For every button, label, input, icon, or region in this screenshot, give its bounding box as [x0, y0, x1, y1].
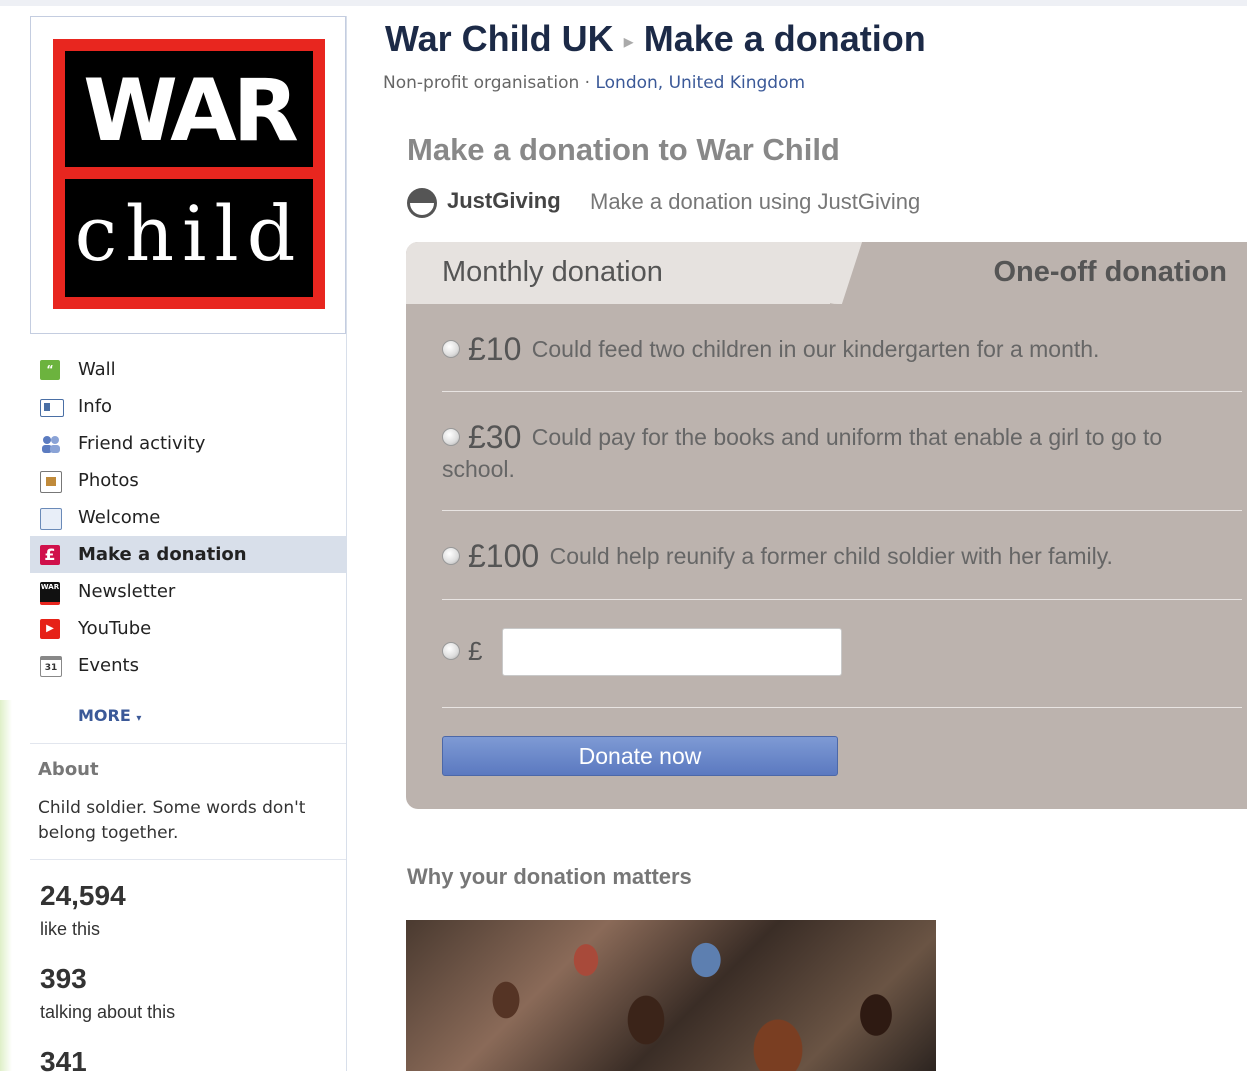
sidebar-item-info[interactable]: Info: [30, 388, 346, 425]
option-amount: £10: [468, 330, 522, 367]
justgiving-brand: JustGiving: [447, 188, 561, 213]
sidebar-item-label: Make a donation: [78, 544, 247, 565]
page-subtitle: Non-profit organisation · London, United…: [383, 73, 806, 93]
sidebar-item-label: Info: [78, 396, 113, 417]
more-link[interactable]: MORE ▾: [78, 706, 141, 725]
photos-icon: [40, 471, 62, 493]
war-child-logo: WAR child: [53, 39, 325, 309]
calendar-icon: 31: [40, 656, 62, 677]
edge-glow: [0, 700, 12, 1071]
likes-label: like this: [40, 919, 101, 939]
sidebar-item-welcome[interactable]: Welcome: [30, 499, 346, 536]
about-text: Child soldier. Some words don't belong t…: [38, 798, 306, 843]
radio-10[interactable]: [442, 339, 460, 358]
chevron-down-icon: ▾: [136, 713, 142, 724]
custom-amount-input[interactable]: [502, 628, 842, 676]
sidebar-item-label: Wall: [78, 359, 116, 380]
option-amount: £100: [468, 537, 540, 574]
warchild-logo-icon: WAR: [40, 582, 60, 605]
location-link[interactable]: London, United Kingdom: [595, 73, 805, 93]
sidebar-nav: “ Wall Info Friend activity Photos Welco…: [30, 351, 346, 725]
section-title: Make a donation: [643, 18, 926, 59]
sidebar-item-wall[interactable]: “ Wall: [30, 351, 346, 388]
sidebar-item-label: Photos: [78, 470, 139, 491]
radio-100[interactable]: [442, 546, 460, 565]
left-column: WAR child “ Wall Info Friend activity Ph…: [30, 16, 347, 1077]
page-name-link[interactable]: War Child UK: [385, 18, 614, 59]
children-photo: [406, 920, 936, 1071]
page-title: War Child UK ▸ Make a donation: [385, 18, 926, 60]
sidebar-item-newsletter[interactable]: WAR Newsletter: [30, 573, 346, 610]
divider: [30, 859, 346, 860]
breadcrumb-arrow-icon: ▸: [623, 30, 634, 53]
divider: [442, 599, 1242, 600]
sidebar-item-label: Events: [78, 655, 139, 676]
talking-count: 393: [40, 963, 87, 994]
tab-monthly-donation[interactable]: Monthly donation: [406, 242, 830, 304]
info-card-icon: [40, 399, 64, 417]
donation-heading: Make a donation to War Child: [407, 132, 840, 167]
sidebar-item-label: YouTube: [78, 618, 152, 639]
likes-count: 24,594: [40, 880, 126, 911]
sidebar-item-events[interactable]: 31 Events: [30, 647, 346, 684]
top-rule: [0, 0, 1247, 6]
sidebar-item-friend-activity[interactable]: Friend activity: [30, 425, 346, 462]
sidebar-item-youtube[interactable]: ▶ YouTube: [30, 610, 346, 647]
radio-custom[interactable]: [442, 641, 460, 660]
why-heading: Why your donation matters: [407, 864, 692, 889]
third-stat-count: 341: [40, 1046, 87, 1077]
tab-one-off-donation[interactable]: One-off donation: [993, 256, 1227, 289]
about-title: About: [38, 759, 99, 780]
donate-now-button[interactable]: Donate now: [442, 736, 838, 776]
option-amount: £30: [468, 418, 522, 455]
option-description: Could help reunify a former child soldie…: [549, 542, 1113, 569]
sidebar-item-label: Welcome: [78, 507, 161, 528]
divider: [442, 707, 1242, 708]
speech-bubble-icon: “: [40, 360, 60, 380]
sidebar-item-photos[interactable]: Photos: [30, 462, 346, 499]
divider: [30, 743, 346, 744]
logo-war-text: WAR: [83, 61, 299, 161]
donation-option: £30 Could pay for the books and uniform …: [442, 420, 1217, 484]
justgiving-text: Make a donation using JustGiving: [590, 189, 921, 214]
document-icon: [40, 508, 62, 530]
youtube-play-icon: ▶: [40, 619, 60, 639]
sidebar-item-label: Newsletter: [78, 581, 176, 602]
option-description: Could pay for the books and uniform that…: [442, 423, 1163, 482]
friends-icon: [40, 434, 60, 454]
talking-label: talking about this: [40, 1002, 176, 1022]
custom-currency: £: [468, 635, 483, 666]
profile-picture[interactable]: WAR child: [30, 16, 346, 334]
donation-option: £100 Could help reunify a former child s…: [442, 537, 1217, 574]
page-category: Non-profit organisation: [383, 73, 580, 93]
divider: [442, 391, 1242, 392]
logo-child-text: child: [74, 189, 304, 278]
sidebar-item-label: Friend activity: [78, 433, 206, 454]
donation-panel: Monthly donation One-off donation £10 Co…: [406, 242, 1247, 809]
donation-option: £10 Could feed two children in our kinde…: [442, 330, 1217, 367]
pound-icon: £: [40, 545, 60, 565]
divider: [442, 510, 1242, 511]
sidebar-item-make-a-donation[interactable]: £ Make a donation: [30, 536, 346, 573]
justgiving-logo-icon: [407, 188, 437, 218]
tab-monthly-label: Monthly donation: [442, 256, 663, 288]
radio-30[interactable]: [442, 427, 460, 446]
option-description: Could feed two children in our kindergar…: [531, 335, 1100, 362]
